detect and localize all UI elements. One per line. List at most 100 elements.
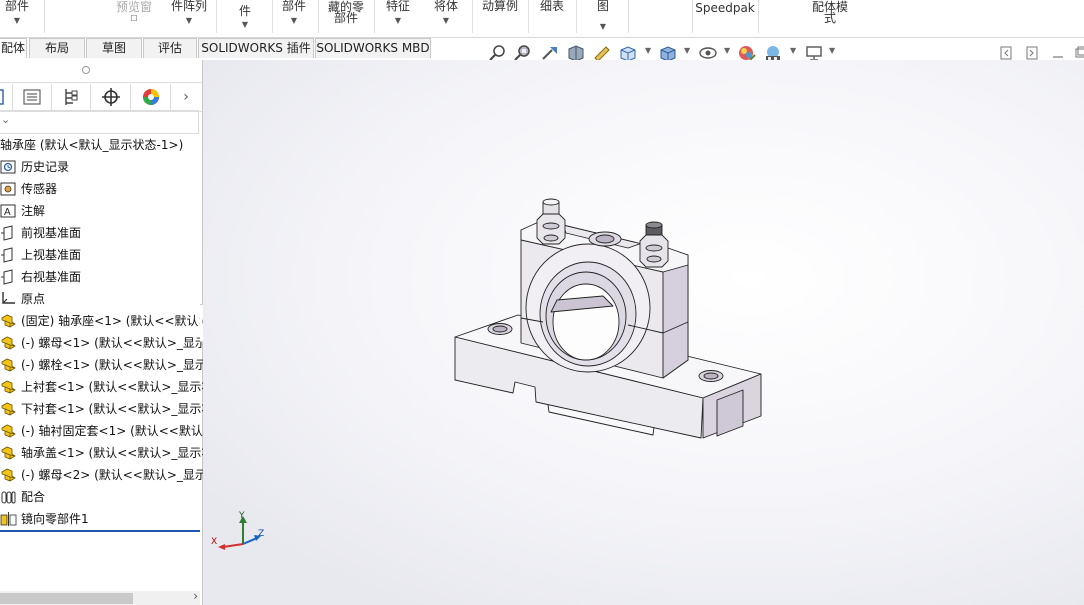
chevron-down-icon[interactable]: ▼ — [829, 46, 835, 55]
feature-tree-item[interactable]: (固定) 轴承座<1> (默认<<默认>_显示状态 — [0, 310, 203, 332]
feature-tree-item-label: 历史记录 — [21, 160, 70, 174]
feature-tree-item-label: 右视基准面 — [21, 270, 82, 284]
ribbon-label-line2: 式 — [823, 11, 836, 25]
horizontal-scrollbar[interactable]: › — [0, 589, 200, 605]
feature-tree-item[interactable]: (-) 螺母<1> (默认<<默认>_显示状态 1>) — [0, 332, 203, 354]
ribbon-button-9[interactable]: 细表 — [534, 0, 570, 37]
sensor-icon — [0, 181, 17, 197]
ribbon-button-5[interactable]: 藏的零 部件 — [322, 0, 370, 37]
ribbon-button-1[interactable]: 预览窗 ☐ — [108, 0, 160, 37]
feature-tree-item-label: (-) 轴衬固定套<1> (默认<<默认>_显示状态 — [21, 424, 203, 438]
plane-icon — [0, 225, 17, 241]
ribbon-separator — [374, 0, 375, 33]
feature-tree-item[interactable]: (-) 螺母<2> (默认<<默认>_显示状态 1>) — [0, 464, 203, 486]
chevron-down-icon[interactable]: ▼ — [684, 46, 690, 55]
command-manager-ribbon: 部件 ▼ 预览窗 ☐ 件阵列 ▼ 件 ▼ 部件 ▼ 藏的零 部件 特征 ▼ 将体… — [0, 0, 1084, 38]
checkbox-icon: ☐ — [130, 14, 138, 23]
part-icon — [0, 313, 17, 329]
part-icon — [0, 423, 17, 439]
ribbon-button-0[interactable]: 部件 ▼ — [0, 0, 34, 37]
ribbon-label-line2: Speedpak — [695, 1, 755, 15]
panel-tabs: › — [0, 82, 202, 112]
dimxpert-manager-tab[interactable] — [92, 84, 131, 110]
tab-evaluate[interactable]: 评估 — [143, 38, 197, 58]
feature-tree-item[interactable]: A 注解 — [0, 200, 203, 222]
mirror-component-icon — [0, 511, 17, 527]
ribbon-label-line2: 件阵列 — [170, 0, 207, 13]
ribbon-separator — [216, 0, 217, 33]
ribbon-button-2[interactable]: 件阵列 ▼ — [164, 0, 214, 37]
feature-tree-item[interactable]: 镜向零部件1 — [0, 508, 203, 530]
feature-tree-item-label: 配合 — [21, 490, 46, 504]
chevron-down-icon: ▼ — [442, 16, 450, 25]
scrollbar-thumb[interactable] — [0, 593, 133, 604]
ribbon-button-7[interactable]: 将体 ▼ — [428, 0, 464, 37]
ribbon-separator — [628, 0, 629, 33]
ribbon-separator — [692, 0, 693, 33]
ribbon-label-line2: 细表 — [539, 0, 564, 13]
feature-tree-item[interactable]: 传感器 — [0, 178, 203, 200]
ribbon-label-line2: 将体 — [433, 0, 458, 13]
display-manager-tab[interactable] — [132, 84, 171, 110]
feature-tree-item[interactable]: 配合 — [0, 486, 203, 508]
feature-tree-item-label: 轴承盖<1> (默认<<默认>_显示状态 1>) — [21, 446, 203, 460]
feature-manager-tab[interactable] — [0, 84, 13, 110]
feature-tree-item[interactable]: 下衬套<1> (默认<<默认>_显示状态 1>) — [0, 398, 203, 420]
triad-x-label: X — [211, 537, 218, 547]
feature-tree-item-label: 下衬套<1> (默认<<默认>_显示状态 1>) — [21, 402, 203, 416]
part-icon — [0, 335, 17, 351]
tab-assembly[interactable]: 配体 — [0, 38, 27, 58]
feature-tree-icon — [0, 89, 4, 105]
tab-solidworks-mbd[interactable]: SOLIDWORKS MBD — [315, 38, 431, 58]
ribbon-separator — [528, 0, 529, 33]
feature-tree-item[interactable]: 前视基准面 — [0, 222, 203, 244]
coordinate-triad: X Y Z — [211, 511, 267, 554]
feature-tree-item[interactable]: 右视基准面 — [0, 266, 203, 288]
ribbon-label-line2: 预览窗 — [115, 0, 152, 14]
feature-tree-item[interactable]: 原点 — [0, 288, 203, 310]
feature-tree-item-label: 原点 — [21, 292, 46, 306]
ribbon-button-8[interactable]: 动算例 — [476, 0, 524, 37]
panel-splitter-handle[interactable] — [82, 66, 90, 74]
feature-tree-filter[interactable]: ⌄ — [0, 110, 199, 134]
ribbon-button-12[interactable]: 配体模 式 — [800, 0, 860, 37]
tree-drop-line — [0, 530, 200, 532]
ribbon-button-10[interactable]: 图 ▼ — [590, 0, 616, 37]
feature-tree-item[interactable]: (-) 螺栓<1> (默认<<默认>_显示状态 1>) — [0, 354, 203, 376]
chevron-down-icon[interactable]: ▼ — [790, 46, 796, 55]
feature-tree-item[interactable]: 轴承盖<1> (默认<<默认>_显示状态 1>) — [0, 442, 203, 464]
ribbon-button-3[interactable]: 件 ▼ — [222, 0, 268, 37]
chevron-right-icon[interactable]: › — [193, 589, 198, 603]
ribbon-button-6[interactable]: 特征 ▼ — [380, 0, 416, 37]
chevron-right-icon[interactable]: › — [172, 84, 200, 110]
ribbon-label-line2: 部件 — [281, 0, 306, 13]
configuration-manager-tab[interactable] — [52, 84, 91, 110]
tab-layout[interactable]: 布局 — [29, 38, 85, 58]
part-icon — [0, 445, 17, 461]
triad-z-label: Z — [258, 529, 265, 539]
feature-tree-item[interactable]: (-) 轴衬固定套<1> (默认<<默认>_显示状态 — [0, 420, 203, 442]
feature-tree-item-label: 上衬套<1> (默认<<默认>_显示状态 1>) — [21, 380, 203, 394]
tab-sketch[interactable]: 草图 — [86, 38, 142, 58]
ribbon-label-line2: 部件 — [4, 0, 29, 13]
chevron-down-icon: ▼ — [241, 20, 249, 29]
ribbon-button-11[interactable]: Speedpak — [694, 0, 756, 37]
feature-tree-item[interactable]: 上衬套<1> (默认<<默认>_显示状态 1>) — [0, 376, 203, 398]
graphics-area[interactable]: X Y Z — [203, 60, 1084, 605]
chevron-down-icon: ▼ — [290, 16, 298, 25]
chevron-down-icon[interactable]: ▼ — [645, 46, 651, 55]
chevron-down-icon[interactable]: ▼ — [724, 46, 730, 55]
ribbon-separator — [44, 0, 45, 33]
tab-solidworks-addins[interactable]: SOLIDWORKS 插件 — [198, 38, 314, 58]
ribbon-separator — [758, 0, 759, 33]
ribbon-separator — [272, 0, 273, 33]
ribbon-button-4[interactable]: 部件 ▼ — [278, 0, 310, 37]
feature-tree-item-label: (-) 螺栓<1> (默认<<默认>_显示状态 1>) — [21, 358, 203, 372]
feature-tree-item[interactable]: 上视基准面 — [0, 244, 203, 266]
ribbon-label-line2: 部件 — [333, 11, 358, 25]
bearing-housing-model — [454, 198, 762, 439]
feature-tree-root[interactable]: 轴承座 (默认<默认_显示状态-1>) — [0, 134, 203, 156]
ribbon-separator — [318, 0, 319, 33]
feature-tree-item[interactable]: 历史记录 — [0, 156, 203, 178]
property-manager-tab[interactable] — [13, 84, 52, 110]
